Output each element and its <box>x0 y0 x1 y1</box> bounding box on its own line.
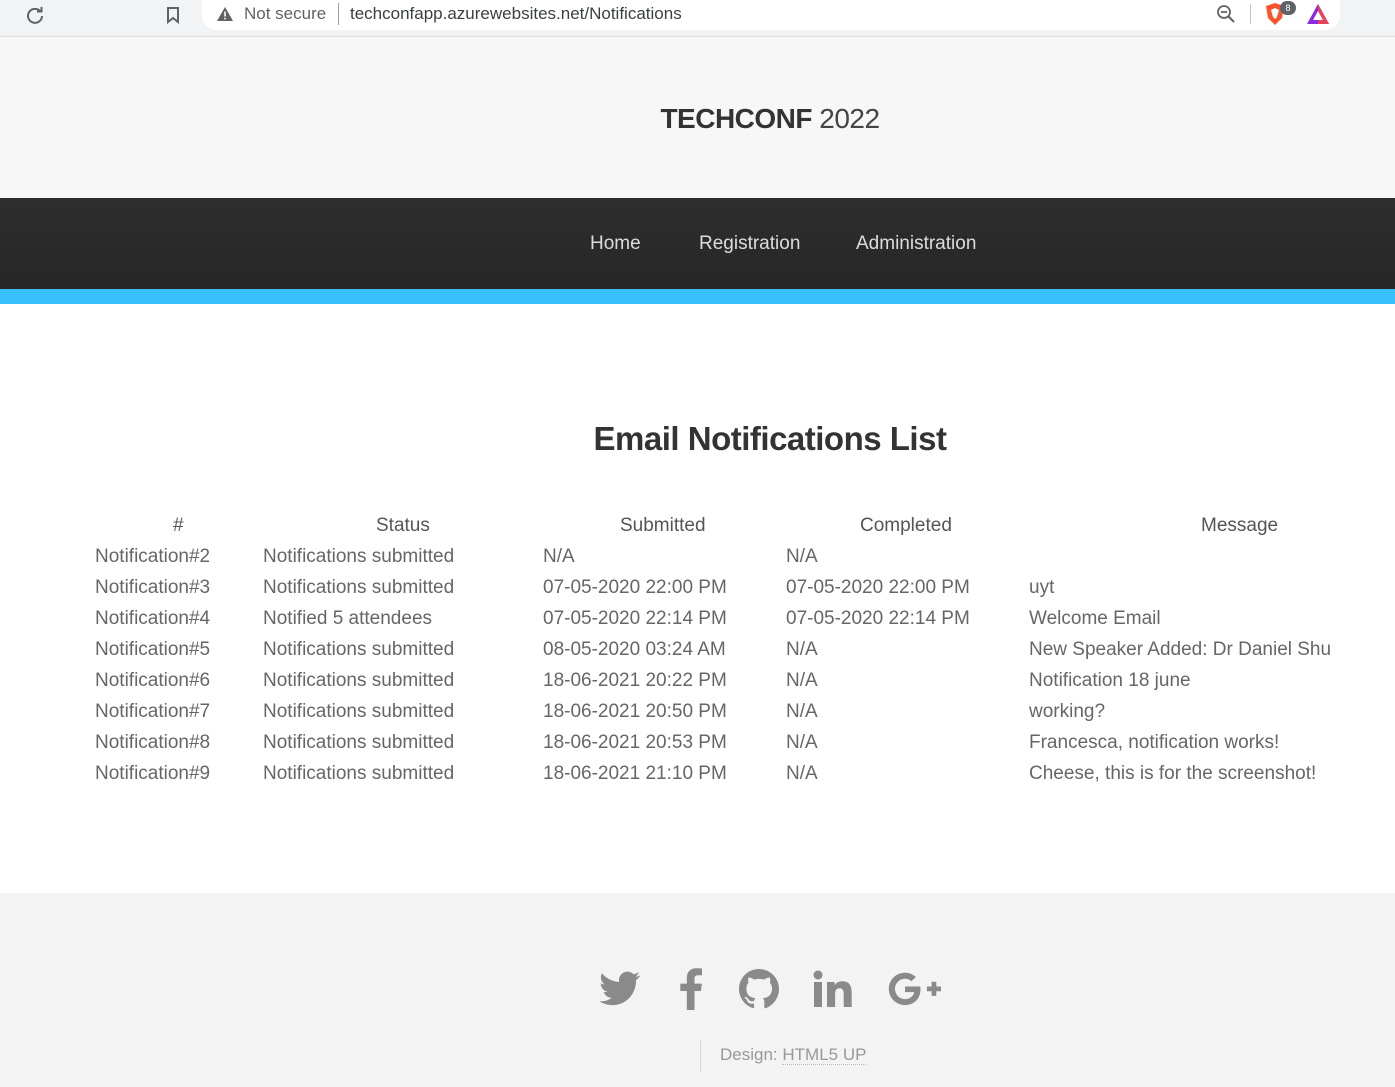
brave-rewards-icon[interactable] <box>1306 3 1330 30</box>
cell-id: Notification#5 <box>95 639 211 660</box>
cell-status: Notifications submitted <box>263 577 455 598</box>
nav-home[interactable]: Home <box>590 233 641 255</box>
cell-id: Notification#2 <box>95 546 211 567</box>
cell-status: Notifications submitted <box>263 670 455 691</box>
cell-submitted: 18-06-2021 21:10 PM <box>543 763 727 784</box>
cell-status: Notifications submitted <box>263 701 455 722</box>
column-header-submitted: Submitted <box>620 515 706 536</box>
site-brand: TECHCONF <box>660 103 812 134</box>
linkedin-icon[interactable] <box>810 966 856 1012</box>
cell-id: Notification#3 <box>95 577 211 598</box>
bookmark-icon[interactable] <box>160 2 186 28</box>
html5up-link[interactable]: HTML5 UP <box>782 1045 867 1065</box>
footer-divider <box>700 1040 701 1072</box>
cell-submitted: 07-05-2020 22:14 PM <box>543 608 727 629</box>
design-credit: Design: HTML5 UP <box>720 1045 867 1065</box>
cell-message: Francesca, notification works! <box>1029 732 1280 753</box>
cell-status: Notifications submitted <box>263 763 455 784</box>
cell-completed: N/A <box>786 546 818 567</box>
cell-id: Notification#6 <box>95 670 211 691</box>
cell-message: Cheese, this is for the screenshot! <box>1029 763 1317 784</box>
shields-count-badge: 8 <box>1280 1 1296 15</box>
column-header-id: # <box>173 515 184 536</box>
column-header-status: Status <box>376 515 430 536</box>
cell-status: Notifications submitted <box>263 639 455 660</box>
cell-message: New Speaker Added: Dr Daniel Shu <box>1029 639 1332 660</box>
zoom-out-icon[interactable] <box>1216 4 1236 29</box>
cell-id: Notification#4 <box>95 608 211 629</box>
address-bar[interactable]: Not secure techconfapp.azurewebsites.net… <box>202 0 1340 30</box>
main-nav: Home Registration Administration <box>0 198 1395 289</box>
security-label[interactable]: Not secure <box>244 4 326 24</box>
cell-submitted: N/A <box>543 546 575 567</box>
cell-id: Notification#9 <box>95 763 211 784</box>
page-title: Email Notifications List <box>593 420 947 457</box>
cell-completed: N/A <box>786 701 818 722</box>
cell-id: Notification#8 <box>95 732 211 753</box>
cell-completed: N/A <box>786 763 818 784</box>
cell-completed: N/A <box>786 732 818 753</box>
cell-status: Notifications submitted <box>263 546 455 567</box>
cell-submitted: 18-06-2021 20:50 PM <box>543 701 727 722</box>
google-plus-icon[interactable] <box>886 966 944 1012</box>
cell-completed: N/A <box>786 639 818 660</box>
cell-message: Notification 18 june <box>1029 670 1191 691</box>
divider <box>338 3 339 25</box>
nav-administration[interactable]: Administration <box>856 233 976 255</box>
cell-message: Welcome Email <box>1029 608 1161 629</box>
nav-accent-bar <box>0 289 1395 304</box>
column-header-message: Message <box>1201 515 1279 536</box>
cell-id: Notification#7 <box>95 701 211 722</box>
url-text[interactable]: techconfapp.azurewebsites.net/Notificati… <box>350 4 682 24</box>
cell-message: working? <box>1029 701 1106 722</box>
warning-icon <box>216 6 234 27</box>
site-header: TECHCONF 2022 <box>0 37 1395 198</box>
github-icon[interactable] <box>736 966 782 1012</box>
cell-submitted: 08-05-2020 03:24 AM <box>543 639 726 660</box>
divider <box>1250 4 1251 24</box>
twitter-icon[interactable] <box>597 966 643 1012</box>
browser-toolbar: Not secure techconfapp.azurewebsites.net… <box>0 0 1395 37</box>
cell-completed: 07-05-2020 22:14 PM <box>786 608 970 629</box>
site-title[interactable]: TECHCONF 2022 <box>0 103 1395 135</box>
cell-status: Notifications submitted <box>263 732 455 753</box>
facebook-icon[interactable] <box>668 966 714 1012</box>
site-year: 2022 <box>819 103 880 134</box>
nav-registration[interactable]: Registration <box>699 233 800 255</box>
cell-submitted: 07-05-2020 22:00 PM <box>543 577 727 598</box>
column-header-completed: Completed <box>860 515 952 536</box>
cell-completed: N/A <box>786 670 818 691</box>
cell-completed: 07-05-2020 22:00 PM <box>786 577 970 598</box>
cell-submitted: 18-06-2021 20:22 PM <box>543 670 727 691</box>
credit-label: Design: <box>720 1045 778 1064</box>
cell-submitted: 18-06-2021 20:53 PM <box>543 732 727 753</box>
reload-icon[interactable] <box>22 2 48 28</box>
cell-status: Notified 5 attendees <box>263 608 433 629</box>
cell-message: uyt <box>1029 577 1055 598</box>
